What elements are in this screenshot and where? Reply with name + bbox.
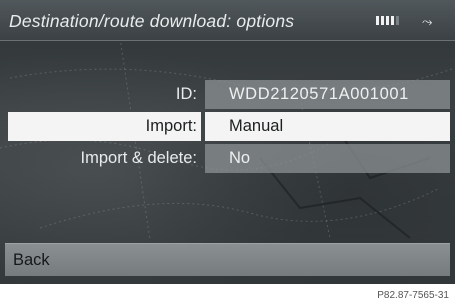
import-label: Import:: [8, 112, 201, 141]
page-title: Destination/route download: options: [9, 11, 295, 31]
title-bar: Destination/route download: options ⤳: [0, 0, 455, 41]
import-delete-label: Import & delete:: [80, 149, 197, 167]
signal-strength-icon: [376, 16, 399, 25]
id-label: ID:: [175, 85, 197, 103]
import-delete-row[interactable]: Import & delete: No: [8, 144, 450, 173]
display-screen: Destination/route download: options ⤳ ID…: [0, 0, 455, 284]
back-button[interactable]: Back: [5, 243, 450, 276]
back-button-label: Back: [13, 251, 50, 269]
figure-reference: P82.87-7565-31: [377, 290, 449, 301]
import-delete-value[interactable]: No: [205, 144, 450, 173]
id-value: WDD2120571A001001: [205, 80, 450, 109]
import-value[interactable]: Manual: [205, 112, 450, 141]
import-row[interactable]: Import: Manual: [8, 112, 450, 141]
id-row: ID: WDD2120571A001001: [8, 80, 450, 109]
phone-connection-icon: ⤳: [422, 14, 433, 29]
